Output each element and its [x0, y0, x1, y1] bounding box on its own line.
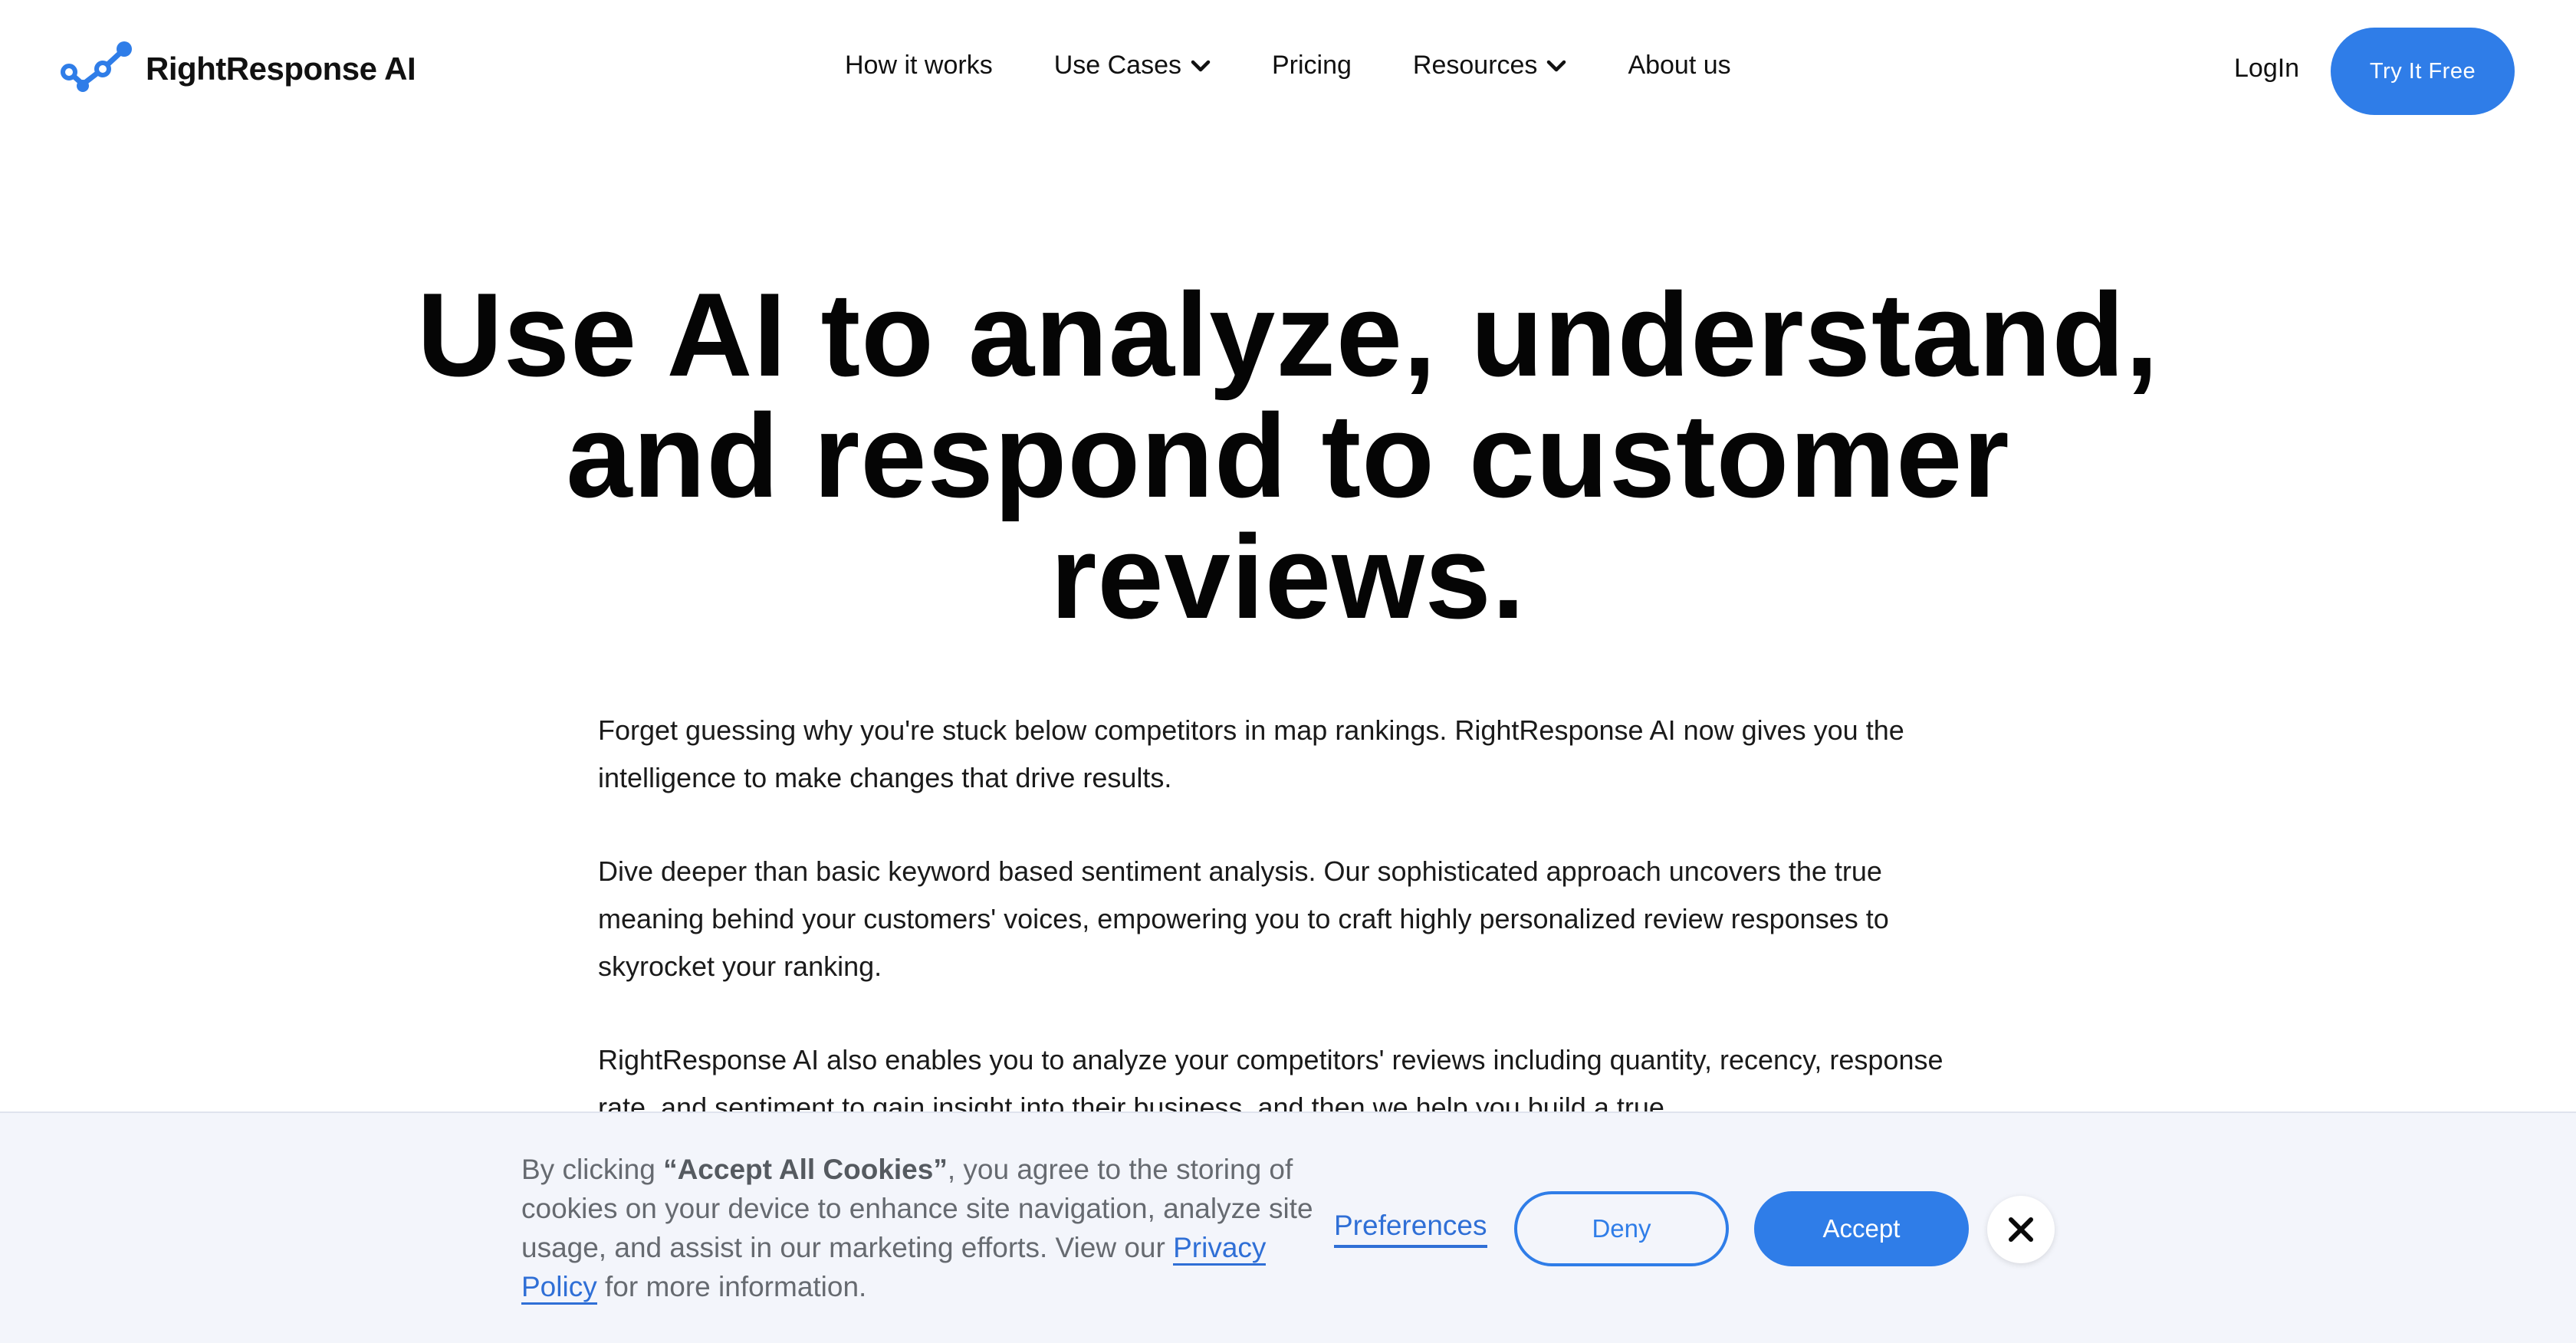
login-link[interactable]: LogIn	[2234, 54, 2299, 84]
deny-button[interactable]: Deny	[1514, 1191, 1729, 1266]
accept-button[interactable]: Accept	[1754, 1191, 1969, 1266]
main-nav: How it works Use Cases Pricing Resources…	[845, 51, 1731, 80]
hero-paragraph: Forget guessing why you're stuck below c…	[598, 714, 1904, 793]
hero-title: Use AI to analyze, understand, and respo…	[414, 274, 2162, 638]
close-banner-button[interactable]	[1987, 1196, 2055, 1263]
cookie-banner: By clicking “Accept All Cookies”, you ag…	[0, 1112, 2576, 1343]
preferences-link[interactable]: Preferences	[1334, 1210, 1487, 1248]
brand-logo[interactable]: RightResponse AI	[60, 40, 416, 98]
chevron-down-icon	[1547, 60, 1566, 71]
page: RightResponse AI How it works Use Cases …	[0, 0, 2576, 1343]
cookie-text-end: for more information.	[596, 1271, 867, 1302]
cookie-message: By clicking “Accept All Cookies”, you ag…	[521, 1150, 1319, 1306]
brand-name: RightResponse AI	[146, 51, 416, 87]
cookie-text-emphasis: “Accept All Cookies”	[663, 1154, 948, 1185]
nav-item-about-us[interactable]: About us	[1628, 51, 1730, 80]
connected-nodes-icon	[61, 41, 132, 92]
close-icon	[2009, 1217, 2033, 1242]
site-header: RightResponse AI How it works Use Cases …	[0, 0, 2576, 143]
hero-title-line: reviews.	[1050, 511, 1526, 643]
nav-item-use-cases[interactable]: Use Cases	[1054, 51, 1211, 80]
try-it-free-button[interactable]: Try It Free	[2331, 28, 2515, 115]
nav-item-label: How it works	[845, 51, 993, 80]
hero-title-line: Use AI to analyze, understand,	[416, 268, 2160, 401]
nav-item-label: Resources	[1412, 51, 1538, 80]
hero-paragraph: Dive deeper than basic keyword based sen…	[598, 855, 1889, 982]
hero-description: Forget guessing why you're stuck below c…	[598, 707, 1978, 1177]
hero-title-line: and respond to customer	[566, 389, 2010, 522]
cookie-text-intro: By clicking	[521, 1154, 664, 1185]
nav-item-label: Use Cases	[1053, 51, 1181, 80]
nav-item-resources[interactable]: Resources	[1413, 51, 1567, 80]
chevron-down-icon	[1191, 60, 1211, 71]
nav-item-pricing[interactable]: Pricing	[1272, 51, 1352, 80]
nav-item-label: Pricing	[1271, 51, 1352, 80]
nav-item-label: About us	[1628, 51, 1731, 80]
nav-item-how-it-works[interactable]: How it works	[845, 51, 993, 80]
